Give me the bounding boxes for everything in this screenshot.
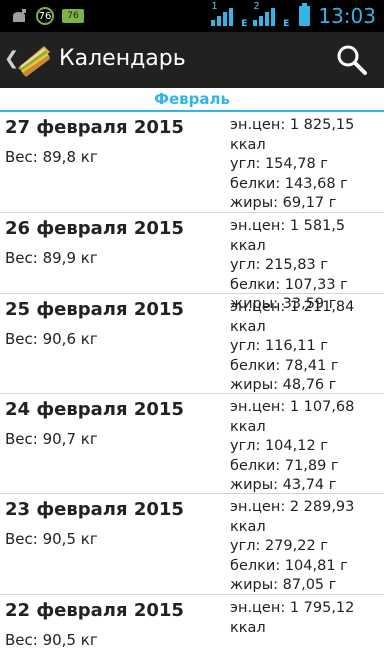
entry-weight: Вес: 89,9 кг — [5, 249, 98, 267]
page-title: Календарь — [59, 46, 186, 71]
sandwich-logo-icon[interactable] — [14, 42, 54, 78]
entry-nutrients: эн.цен: 1 211,84 ккал угл: 116,11 г белк… — [230, 298, 384, 396]
entry-nutrients: эн.цен: 1 825,15 ккал угл: 154,78 г белк… — [230, 116, 384, 214]
battery-icon — [299, 3, 311, 26]
entry-proteins: белки: 78,41 г — [230, 357, 339, 374]
entry-fats: жиры: 69,17 г — [230, 195, 337, 211]
sim2-network-type: E — [283, 19, 290, 29]
sim2-signal-icon: 2 E — [253, 1, 290, 29]
system-icons: 1 E 2 E 13:03 — [211, 1, 376, 30]
entry-nutrients: эн.цен: 1 795,12 ккал — [230, 599, 384, 638]
status-clock: 13:03 — [318, 4, 376, 28]
entry-date: 25 февраля 2015 — [5, 299, 184, 320]
month-label: Февраль — [154, 90, 230, 108]
list-item[interactable]: 24 февраля 2015 Вес: 90,7 кг эн.цен: 1 1… — [0, 394, 384, 494]
entry-weight: Вес: 90,6 кг — [5, 330, 98, 348]
entry-nutrients: эн.цен: 2 289,93 ккал угл: 279,22 г белк… — [230, 498, 384, 596]
entry-carbs: угл: 215,83 г — [230, 257, 328, 273]
entry-proteins: белки: 104,81 г — [230, 557, 348, 574]
entry-fats: жиры: 43,74 г — [230, 477, 337, 493]
entry-energy: эн.цен: 1 581,5 ккал — [230, 218, 346, 254]
entry-carbs: угл: 154,78 г — [230, 156, 328, 172]
entry-energy: эн.цен: 1 825,15 ккал — [230, 117, 355, 153]
android-notification-icon — [13, 9, 26, 22]
status-bar: 76 76 1 E 2 E 13:03 — [0, 0, 384, 32]
sim1-signal-icon: 1 E — [211, 1, 248, 29]
entry-date: 26 февраля 2015 — [5, 218, 184, 239]
entry-energy: эн.цен: 1 211,84 ккал — [230, 299, 355, 335]
entry-date: 27 февраля 2015 — [5, 117, 184, 138]
entry-proteins: белки: 107,33 г — [230, 276, 348, 293]
entry-weight: Вес: 90,7 кг — [5, 430, 98, 448]
entry-fats: жиры: 48,76 г — [230, 377, 337, 393]
month-section-header: Февраль — [0, 88, 384, 112]
sim1-network-type: E — [241, 19, 248, 29]
notification-badge-box: 76 — [62, 9, 84, 23]
entry-carbs: угл: 279,22 г — [230, 538, 328, 554]
entry-nutrients: эн.цен: 1 107,68 ккал угл: 104,12 г белк… — [230, 398, 384, 496]
entry-energy: эн.цен: 2 289,93 ккал — [230, 499, 355, 535]
entry-date: 22 февраля 2015 — [5, 600, 184, 621]
entry-energy: эн.цен: 1 107,68 ккал — [230, 399, 355, 435]
entry-weight: Вес: 89,8 кг — [5, 148, 98, 166]
notification-icons: 76 76 — [10, 5, 84, 27]
search-icon[interactable] — [334, 42, 370, 78]
entry-carbs: угл: 104,12 г — [230, 438, 328, 454]
entry-energy: эн.цен: 1 795,12 ккал — [230, 600, 355, 636]
entry-carbs: угл: 116,11 г — [230, 338, 328, 354]
notification-badge-circle: 76 — [36, 7, 54, 25]
calendar-list: 27 февраля 2015 Вес: 89,8 кг эн.цен: 1 8… — [0, 112, 384, 655]
entry-weight: Вес: 90,5 кг — [5, 631, 98, 649]
entry-proteins: белки: 143,68 г — [230, 175, 348, 192]
entry-proteins: белки: 71,89 г — [230, 457, 339, 474]
list-item[interactable]: 23 февраля 2015 Вес: 90,5 кг эн.цен: 2 2… — [0, 494, 384, 595]
entry-date: 24 февраля 2015 — [5, 399, 184, 420]
list-item[interactable]: 26 февраля 2015 Вес: 89,9 кг эн.цен: 1 5… — [0, 213, 384, 312]
entry-weight: Вес: 90,5 кг — [5, 530, 98, 548]
entry-date: 23 февраля 2015 — [5, 499, 184, 520]
list-item[interactable]: 25 февраля 2015 Вес: 90,6 кг эн.цен: 1 2… — [0, 294, 384, 394]
entry-fats: жиры: 87,05 г — [230, 577, 337, 593]
action-bar: ❮ Календарь — [0, 32, 384, 88]
list-item[interactable]: 22 февраля 2015 Вес: 90,5 кг эн.цен: 1 7… — [0, 595, 384, 655]
list-item[interactable]: 27 февраля 2015 Вес: 89,8 кг эн.цен: 1 8… — [0, 112, 384, 213]
